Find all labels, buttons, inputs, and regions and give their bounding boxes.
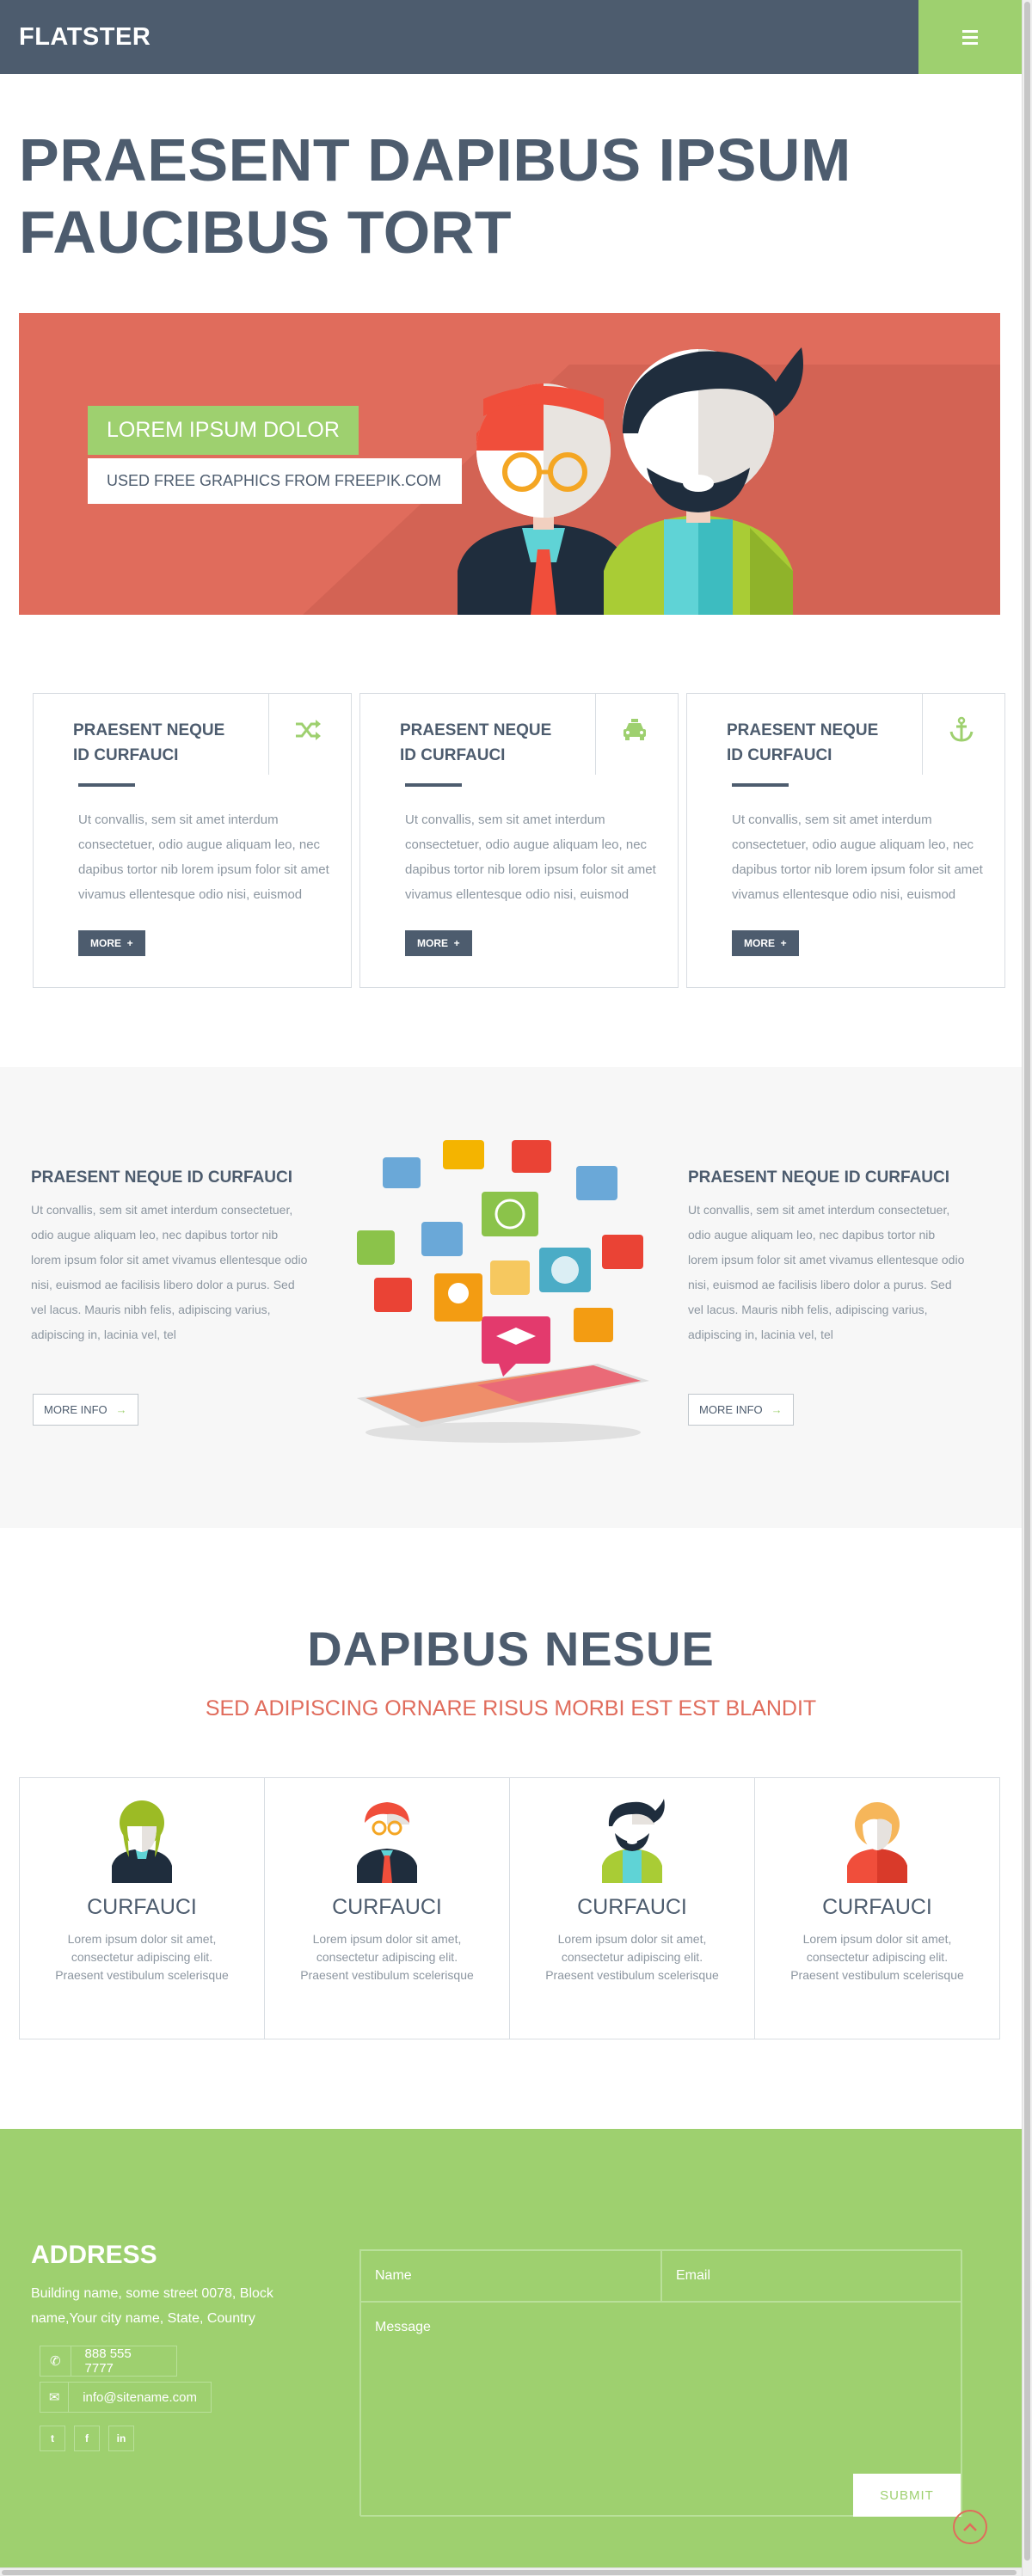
facebook-icon[interactable]: f <box>74 2426 100 2451</box>
man-beard-avatar <box>602 1799 665 1883</box>
taxi-icon <box>624 719 646 740</box>
hamburger-icon <box>962 29 978 45</box>
team-member-4: CURFAUCI Lorem ipsum dolor sit amet, con… <box>755 1778 999 2039</box>
more-button-label: MORE <box>744 937 775 949</box>
banner-tag-primary: LOREM IPSUM DOLOR <box>88 406 359 455</box>
more-info-label: MORE INFO <box>699 1403 763 1416</box>
phone-number: 888 555 7777 <box>84 2346 132 2376</box>
more-button-label: MORE <box>90 937 121 949</box>
blonde-avatar <box>847 1802 907 1883</box>
team-member-name: CURFAUCI <box>577 1895 687 1919</box>
team-section-subtitle: SED ADIPISCING ORNARE RISUS MORBI EST ES… <box>205 1696 817 1720</box>
info-right-title: PRAESENT NEQUE ID CURFAUCI <box>688 1168 950 1187</box>
contact-form: Name Email Message SUBMIT <box>359 2249 962 2517</box>
horizontal-scrollbar[interactable] <box>0 2567 1022 2576</box>
woman-avatar <box>112 1800 172 1883</box>
horizontal-scrollbar-thumb[interactable] <box>2 2570 1017 2575</box>
feature-title-underline <box>405 783 462 787</box>
feature-card-title: PRAESENT NEQUE ID CURFAUCI <box>727 718 899 768</box>
phone-icon: ✆ <box>40 2346 71 2376</box>
arrow-right-icon: → <box>115 1403 127 1416</box>
feature-card-text: Ut convallis, sem sit amet interdum cons… <box>78 813 329 902</box>
linkedin-icon[interactable]: in <box>108 2426 134 2451</box>
hero-title-line1: PRAESENT DAPIBUS IPSUM <box>19 126 851 193</box>
name-field[interactable]: Name <box>360 2250 661 2302</box>
team-member-name: CURFAUCI <box>332 1895 442 1919</box>
arrow-right-icon: → <box>771 1403 783 1416</box>
hero-title-line2: FAUCIBUS TORT <box>19 199 512 266</box>
anchor-icon <box>949 716 974 742</box>
team-member-name: CURFAUCI <box>87 1895 197 1919</box>
feature-title-line2: ID CURFAUCI <box>727 746 832 764</box>
team-member-1: CURFAUCI Lorem ipsum dolor sit amet, con… <box>20 1778 265 2039</box>
phone-pill[interactable]: ✆ 888 555 7777 <box>40 2346 177 2377</box>
info-right-text: Ut convallis, sem sit amet interdum cons… <box>688 1203 965 1341</box>
feature-title-line1: PRAESENT NEQUE <box>73 721 225 739</box>
top-navbar: FLATSTER <box>0 0 1022 74</box>
feature-title-underline <box>78 783 135 787</box>
team-member-3: CURFAUCI Lorem ipsum dolor sit amet, con… <box>510 1778 755 2039</box>
feature-title-line1: PRAESENT NEQUE <box>400 721 552 739</box>
feature-card-title: PRAESENT NEQUE ID CURFAUCI <box>400 718 572 768</box>
email-address: info@sitename.com <box>83 2389 197 2405</box>
feature-card-3: PRAESENT NEQUE ID CURFAUCI Ut convallis,… <box>686 693 1005 988</box>
email-pill[interactable]: ✉ info@sitename.com <box>40 2382 212 2413</box>
info-left-text: Ut convallis, sem sit amet interdum cons… <box>31 1203 308 1341</box>
twitter-icon[interactable]: t <box>40 2426 65 2451</box>
chevron-up-icon <box>963 2523 977 2531</box>
plus-icon: + <box>448 937 460 949</box>
menu-toggle-button[interactable] <box>918 0 1022 74</box>
shuffle-icon <box>296 720 321 740</box>
vertical-scrollbar-thumb[interactable] <box>1024 2 1030 2561</box>
team-member-name: CURFAUCI <box>822 1895 932 1919</box>
banner-tag-credit[interactable]: USED FREE GRAPHICS FROM FREEPIK.COM <box>88 458 462 504</box>
team-member-text: Lorem ipsum dolor sit amet, consectetur … <box>300 1932 474 1982</box>
plus-icon: + <box>775 937 787 949</box>
email-field[interactable]: Email <box>661 2250 962 2302</box>
feature-card-2: PRAESENT NEQUE ID CURFAUCI Ut convallis,… <box>359 693 679 988</box>
info-left-title: PRAESENT NEQUE ID CURFAUCI <box>31 1168 293 1187</box>
hero-title: PRAESENT DAPIBUS IPSUM FAUCIBUS TORT <box>0 74 1022 268</box>
more-button-label: MORE <box>417 937 448 949</box>
feature-more-button[interactable]: MORE + <box>78 930 145 956</box>
info-right-more-button[interactable]: MORE INFO → <box>688 1394 794 1426</box>
team-member-2: CURFAUCI Lorem ipsum dolor sit amet, con… <box>265 1778 510 2039</box>
feature-title-underline <box>732 783 789 787</box>
info-section: PRAESENT NEQUE ID CURFAUCI Ut convallis,… <box>0 1067 1022 1528</box>
scroll-to-top-button[interactable] <box>953 2510 987 2544</box>
feature-title-line1: PRAESENT NEQUE <box>727 721 879 739</box>
feature-card-title: PRAESENT NEQUE ID CURFAUCI <box>73 718 245 768</box>
submit-button[interactable]: SUBMIT <box>853 2474 961 2517</box>
page: FLATSTER PRAESENT DAPIBUS IPSUM FAUCIBUS… <box>0 0 1022 2567</box>
envelope-icon: ✉ <box>40 2383 70 2412</box>
more-info-label: MORE INFO <box>44 1403 108 1416</box>
feature-card-1: PRAESENT NEQUE ID CURFAUCI Ut convallis,… <box>33 693 352 988</box>
feature-more-button[interactable]: MORE + <box>732 930 799 956</box>
team-member-text: Lorem ipsum dolor sit amet, consectetur … <box>55 1932 229 1982</box>
address-text: Building name, some street 0078, Block n… <box>31 2286 273 2326</box>
address-title: ADDRESS <box>31 2241 157 2269</box>
vertical-scrollbar[interactable] <box>1022 0 1032 2576</box>
man-glasses-avatar <box>357 1802 417 1883</box>
feature-card-text: Ut convallis, sem sit amet interdum cons… <box>405 813 656 902</box>
plus-icon: + <box>121 937 133 949</box>
info-left-more-button[interactable]: MORE INFO → <box>33 1394 138 1426</box>
education-tablet-illustration <box>357 1140 649 1443</box>
brand-logo[interactable]: FLATSTER <box>0 23 150 52</box>
team-member-text: Lorem ipsum dolor sit amet, consectetur … <box>790 1932 964 1982</box>
contact-footer: ADDRESS Building name, some street 0078,… <box>0 2129 1022 2567</box>
hero-banner: LOREM IPSUM DOLOR USED FREE GRAPHICS FRO… <box>19 313 1000 615</box>
feature-more-button[interactable]: MORE + <box>405 930 472 956</box>
team-member-text: Lorem ipsum dolor sit amet, consectetur … <box>545 1932 719 1982</box>
team-grid: CURFAUCI Lorem ipsum dolor sit amet, con… <box>19 1777 1000 2039</box>
feature-card-text: Ut convallis, sem sit amet interdum cons… <box>732 813 983 902</box>
feature-title-line2: ID CURFAUCI <box>400 746 506 764</box>
team-section-title: DAPIBUS NESUE <box>307 1622 715 1676</box>
feature-title-line2: ID CURFAUCI <box>73 746 179 764</box>
